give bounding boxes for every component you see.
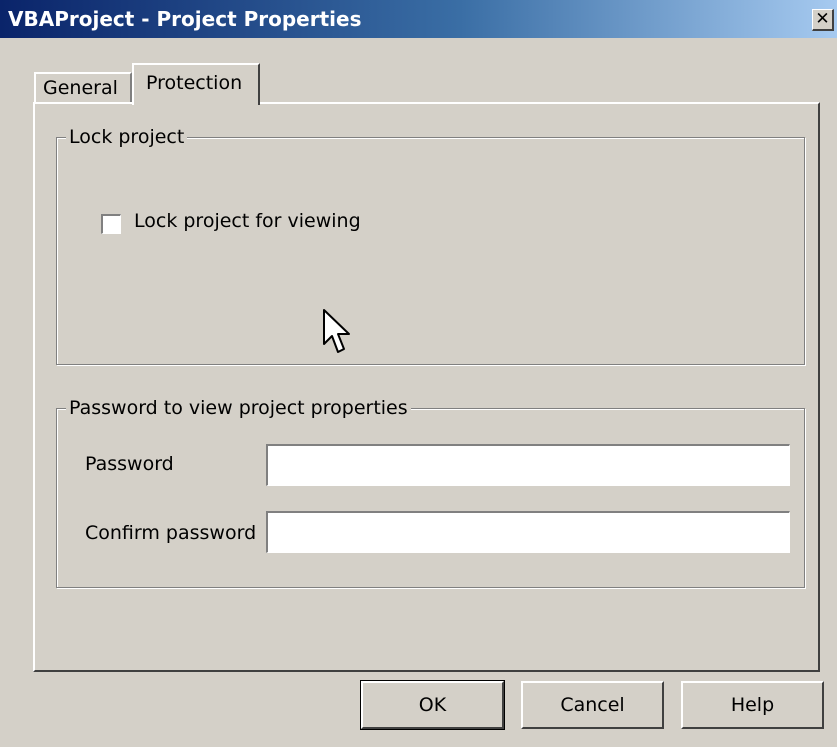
close-button[interactable]: ✕ xyxy=(812,9,834,31)
title-bar[interactable]: VBAProject - Project Properties ✕ xyxy=(0,0,837,38)
password-field[interactable] xyxy=(266,444,790,486)
lock-project-group xyxy=(56,137,805,365)
cancel-button[interactable]: Cancel xyxy=(521,681,664,729)
tab-general[interactable]: General xyxy=(34,72,132,102)
password-label: Password xyxy=(85,453,174,475)
lock-project-legend: Lock project xyxy=(66,126,188,148)
mouse-pointer-icon xyxy=(323,309,350,353)
password-group-legend: Password to view project properties xyxy=(66,397,411,419)
confirm-password-label: Confirm password xyxy=(85,522,257,544)
project-properties-dialog: VBAProject - Project Properties ✕ Genera… xyxy=(0,0,837,747)
help-button[interactable]: Help xyxy=(681,681,824,729)
confirm-password-field[interactable] xyxy=(266,511,790,553)
password-group xyxy=(56,408,805,588)
tab-protection[interactable]: Protection xyxy=(132,63,260,105)
ok-button[interactable]: OK xyxy=(360,680,505,730)
lock-project-checkbox[interactable] xyxy=(101,214,121,234)
close-icon: ✕ xyxy=(815,9,830,29)
window-title: VBAProject - Project Properties xyxy=(8,7,362,31)
lock-project-checkbox-label[interactable]: Lock project for viewing xyxy=(134,210,361,232)
